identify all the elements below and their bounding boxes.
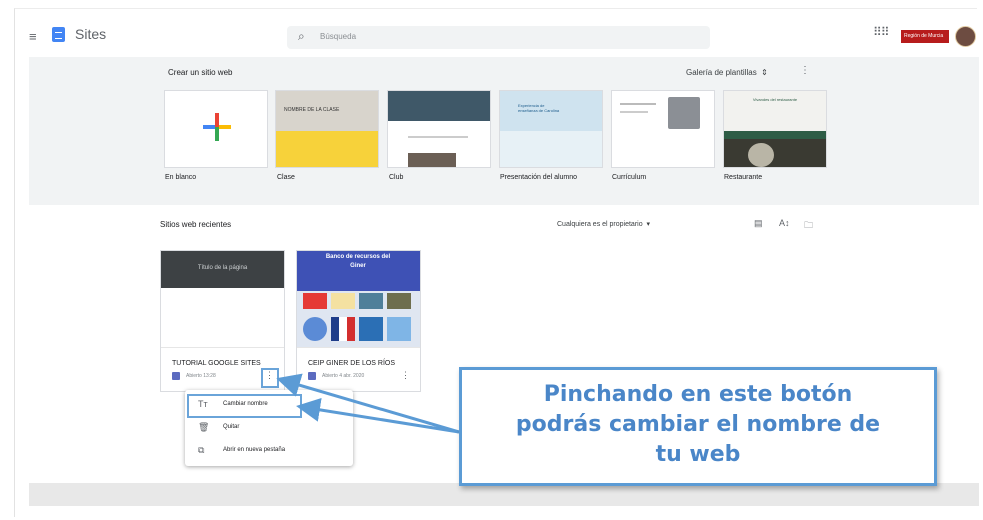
- arrow-to-kebab: [276, 373, 460, 434]
- callout-line: podrás cambiar el nombre de: [515, 412, 881, 437]
- callout-line: tu web: [655, 442, 741, 467]
- callout-line: Pinchando en este botón: [543, 382, 853, 407]
- arrow-to-rename: [296, 397, 460, 434]
- instruction-callout: Pinchando en este botón podrás cambiar e…: [459, 367, 937, 486]
